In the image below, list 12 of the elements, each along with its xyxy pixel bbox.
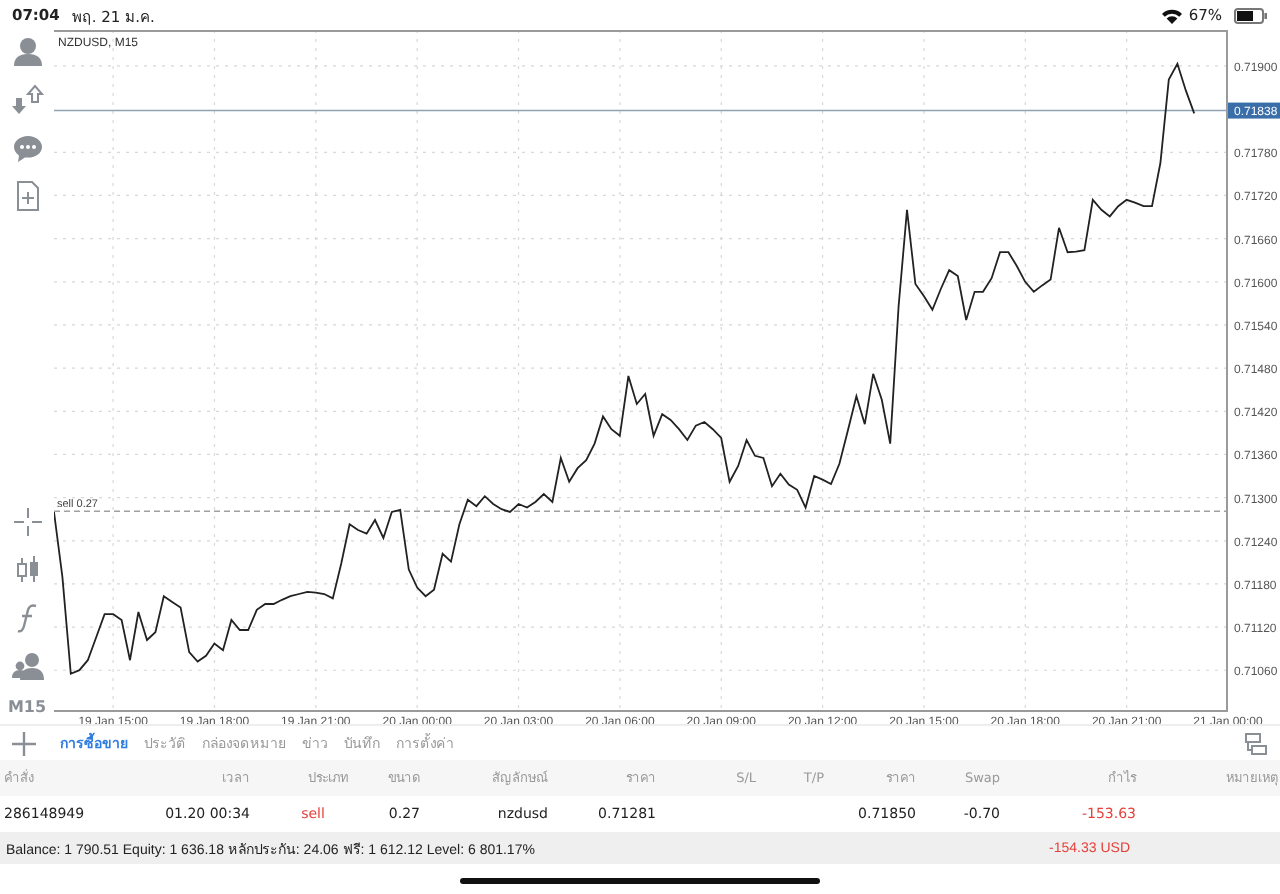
wifi-icon: [1162, 7, 1183, 23]
chat-icon[interactable]: [11, 132, 43, 164]
people-icon[interactable]: [11, 650, 43, 682]
battery-icon: [1234, 7, 1268, 23]
new-document-icon[interactable]: [11, 180, 43, 212]
candlestick-icon[interactable]: [11, 554, 43, 586]
timeframe-label[interactable]: M15: [7, 698, 47, 716]
crosshair-icon[interactable]: [11, 506, 43, 538]
arrows-icon[interactable]: [11, 84, 43, 116]
layout-icon[interactable]: [1244, 731, 1268, 755]
add-icon[interactable]: [12, 731, 36, 755]
account-person-icon[interactable]: [11, 36, 43, 68]
